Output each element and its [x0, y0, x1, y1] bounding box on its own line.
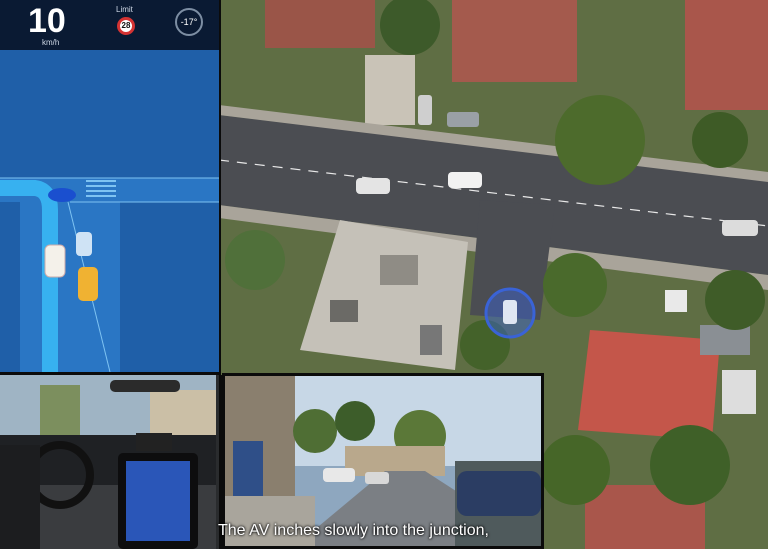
car [365, 472, 389, 484]
rooftop [722, 370, 756, 414]
cabin-scene [0, 375, 216, 549]
rooftop [365, 55, 415, 125]
limit-label: Limit [116, 5, 133, 14]
vehicle-hud-panel: 10 km/h Limit 28 -17° [0, 0, 221, 375]
rooftop [665, 290, 687, 312]
front-scene [225, 376, 541, 546]
hud-route-map [0, 50, 219, 372]
car [448, 172, 482, 188]
temperature-gauge-icon: -17° [175, 8, 203, 36]
limit-value: 28 [121, 21, 131, 30]
rooftop [685, 0, 768, 110]
speed-unit: km/h [42, 38, 60, 47]
subtitle-caption: The AV inches slowly into the junction, [218, 522, 489, 539]
speed-readout: 10 [28, 2, 66, 40]
speed-limit-sign-icon: 28 [117, 17, 135, 35]
car [447, 112, 479, 127]
rooftop [452, 0, 577, 82]
temperature-value: -17° [180, 17, 198, 27]
pedestrian-marker [48, 188, 76, 202]
car [323, 468, 355, 482]
car [418, 95, 432, 125]
hud-status-bar: 10 km/h Limit 28 -17° [0, 0, 219, 50]
rear-view-mirror [110, 380, 180, 392]
tablet-screen [126, 461, 190, 541]
av-car [503, 300, 517, 324]
road [20, 200, 120, 372]
car-icon [44, 244, 66, 278]
rooftop [700, 325, 750, 355]
car [722, 220, 758, 236]
car [76, 232, 92, 256]
car [78, 267, 98, 301]
car [457, 471, 541, 516]
car [356, 178, 390, 194]
rooftop [265, 0, 375, 48]
rooftop [578, 330, 720, 440]
cabin-camera-view [0, 375, 222, 549]
